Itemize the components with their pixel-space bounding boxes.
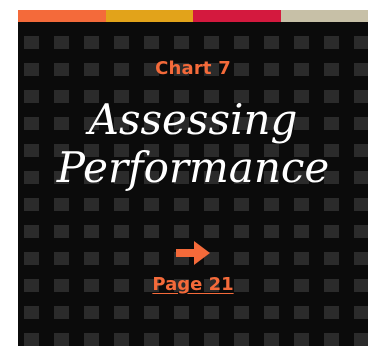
- accent-bar-orange: [18, 10, 106, 22]
- accent-bar-yellow: [105, 10, 193, 22]
- accent-bar-red: [193, 10, 281, 22]
- chart-number: Chart 7: [155, 58, 231, 79]
- title-line-1: Assessing: [88, 95, 298, 144]
- title-line-2: Performance: [56, 143, 330, 192]
- card-content: Chart 7 Assessing Performance Page 21: [18, 22, 368, 346]
- arrow-right-icon[interactable]: [174, 238, 212, 268]
- chart-card[interactable]: Chart 7 Assessing Performance Page 21: [18, 10, 368, 346]
- page-link[interactable]: Page 21: [18, 274, 368, 295]
- page-title: Assessing Performance: [18, 96, 368, 192]
- accent-bar: [18, 10, 368, 22]
- accent-bar-beige: [280, 10, 368, 22]
